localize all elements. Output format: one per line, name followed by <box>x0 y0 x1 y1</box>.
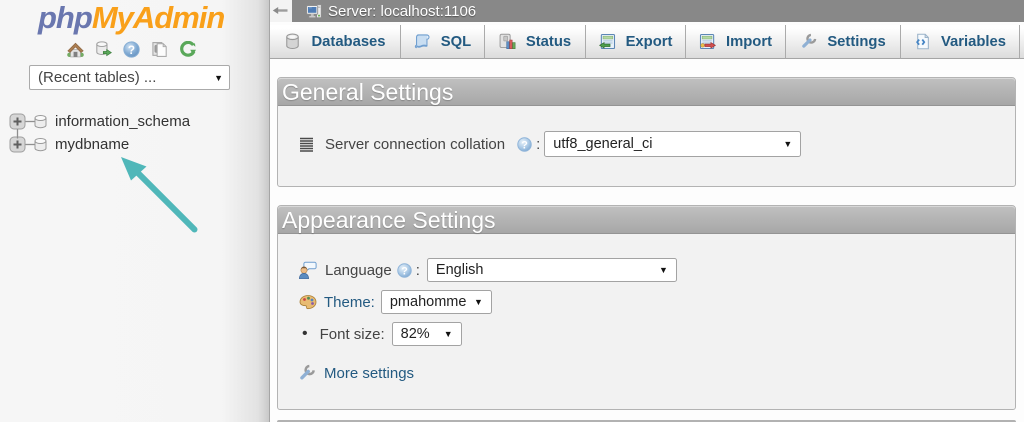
svg-text:?: ? <box>521 139 528 151</box>
svg-text:?: ? <box>401 265 408 277</box>
